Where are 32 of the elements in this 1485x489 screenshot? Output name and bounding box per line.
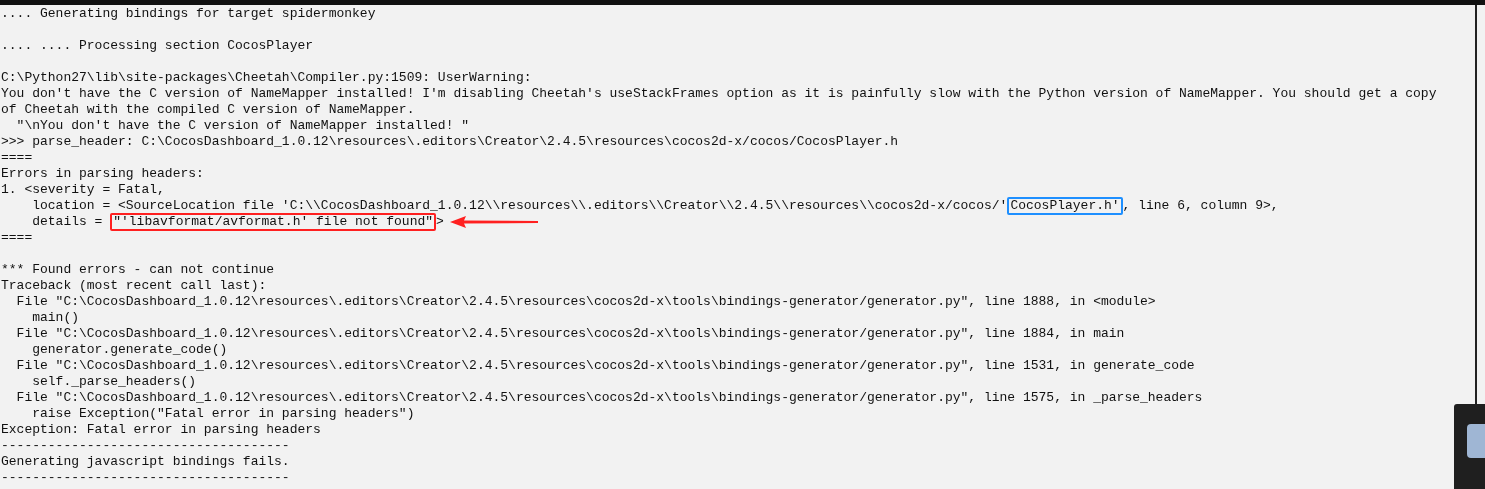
- console-line: ====: [1, 150, 34, 166]
- console-line: >>> parse_header: C:\CocosDashboard_1.0.12\resources\.editors\Creator\2.4.5\resources\cocos2d-x/cocos/CocosPlayer.h: [1, 134, 900, 150]
- console-line: "\nYou don't have the C version of NameMapper installed! ": [15, 118, 471, 134]
- console-line: self._parse_headers(): [31, 374, 198, 390]
- console-line: -------------------------------------: [1, 470, 291, 486]
- console-text: , line 6, column 9>,: [1122, 198, 1279, 214]
- console-line: *** Found errors - can not continue: [1, 262, 276, 278]
- console-line: Generating javascript bindings fails.: [1, 454, 291, 470]
- console-line: File "C:\CocosDashboard_1.0.12\resources\.editors\Creator\2.4.5\resources\cocos2d-x\tools\bindings-generator/generator.py", line 1884, in main: [15, 326, 1126, 342]
- highlight-box: "'libavformat/avformat.h' file not found": [110, 213, 437, 231]
- console-text: >: [436, 214, 444, 230]
- console-line: C:\Python27\lib\site-packages\Cheetah\Compiler.py:1509: UserWarning:: [1, 70, 533, 86]
- console-line: 1. <severity = Fatal,: [1, 182, 166, 198]
- console-line: ====: [1, 230, 34, 246]
- console-text: details =: [31, 214, 104, 230]
- highlight-box: CocosPlayer.h': [1007, 197, 1123, 215]
- console-line: Traceback (most recent call last):: [1, 278, 268, 294]
- console-line: generator.generate_code(): [31, 342, 229, 358]
- console-text: location = <SourceLocation file 'C:\\CocosDashboard_1.0.12\\resources\\.editors\\Creator\\2.4.5\\resources\\cocos2d-x/cocos/': [31, 198, 1008, 214]
- console-line: .... .... Processing section CocosPlayer: [1, 38, 315, 54]
- console-line: File "C:\CocosDashboard_1.0.12\resources\.editors\Creator\2.4.5\resources\cocos2d-x\tools\bindings-generator/generator.py", line 1531, in generate_code: [15, 358, 1196, 374]
- console-line: File "C:\CocosDashboard_1.0.12\resources\.editors\Creator\2.4.5\resources\cocos2d-x\tools\bindings-generator/generator.py", line 1575, in _parse_headers: [15, 390, 1204, 406]
- console-line: You don't have the C version of NameMapper installed! I'm disabling Cheetah's useStackFrames option as it is painfully slow with the Python version of NameMapper. You should get a copy: [1, 86, 1438, 102]
- avatar-icon[interactable]: [1467, 424, 1485, 458]
- console-line: raise Exception("Fatal error in parsing headers"): [31, 406, 416, 422]
- console-line: main(): [31, 310, 80, 326]
- console-line: .... Generating bindings for target spidermonkey: [1, 6, 377, 22]
- console-line: of Cheetah with the compiled C version of NameMapper.: [1, 102, 416, 118]
- console-line: File "C:\CocosDashboard_1.0.12\resources\.editors\Creator\2.4.5\resources\cocos2d-x\tools\bindings-generator/generator.py", line 1888, in <module>: [15, 294, 1157, 310]
- console-line: -------------------------------------: [1, 438, 291, 454]
- console-line: Errors in parsing headers:: [1, 166, 205, 182]
- console-line: Exception: Fatal error in parsing headers: [1, 422, 322, 438]
